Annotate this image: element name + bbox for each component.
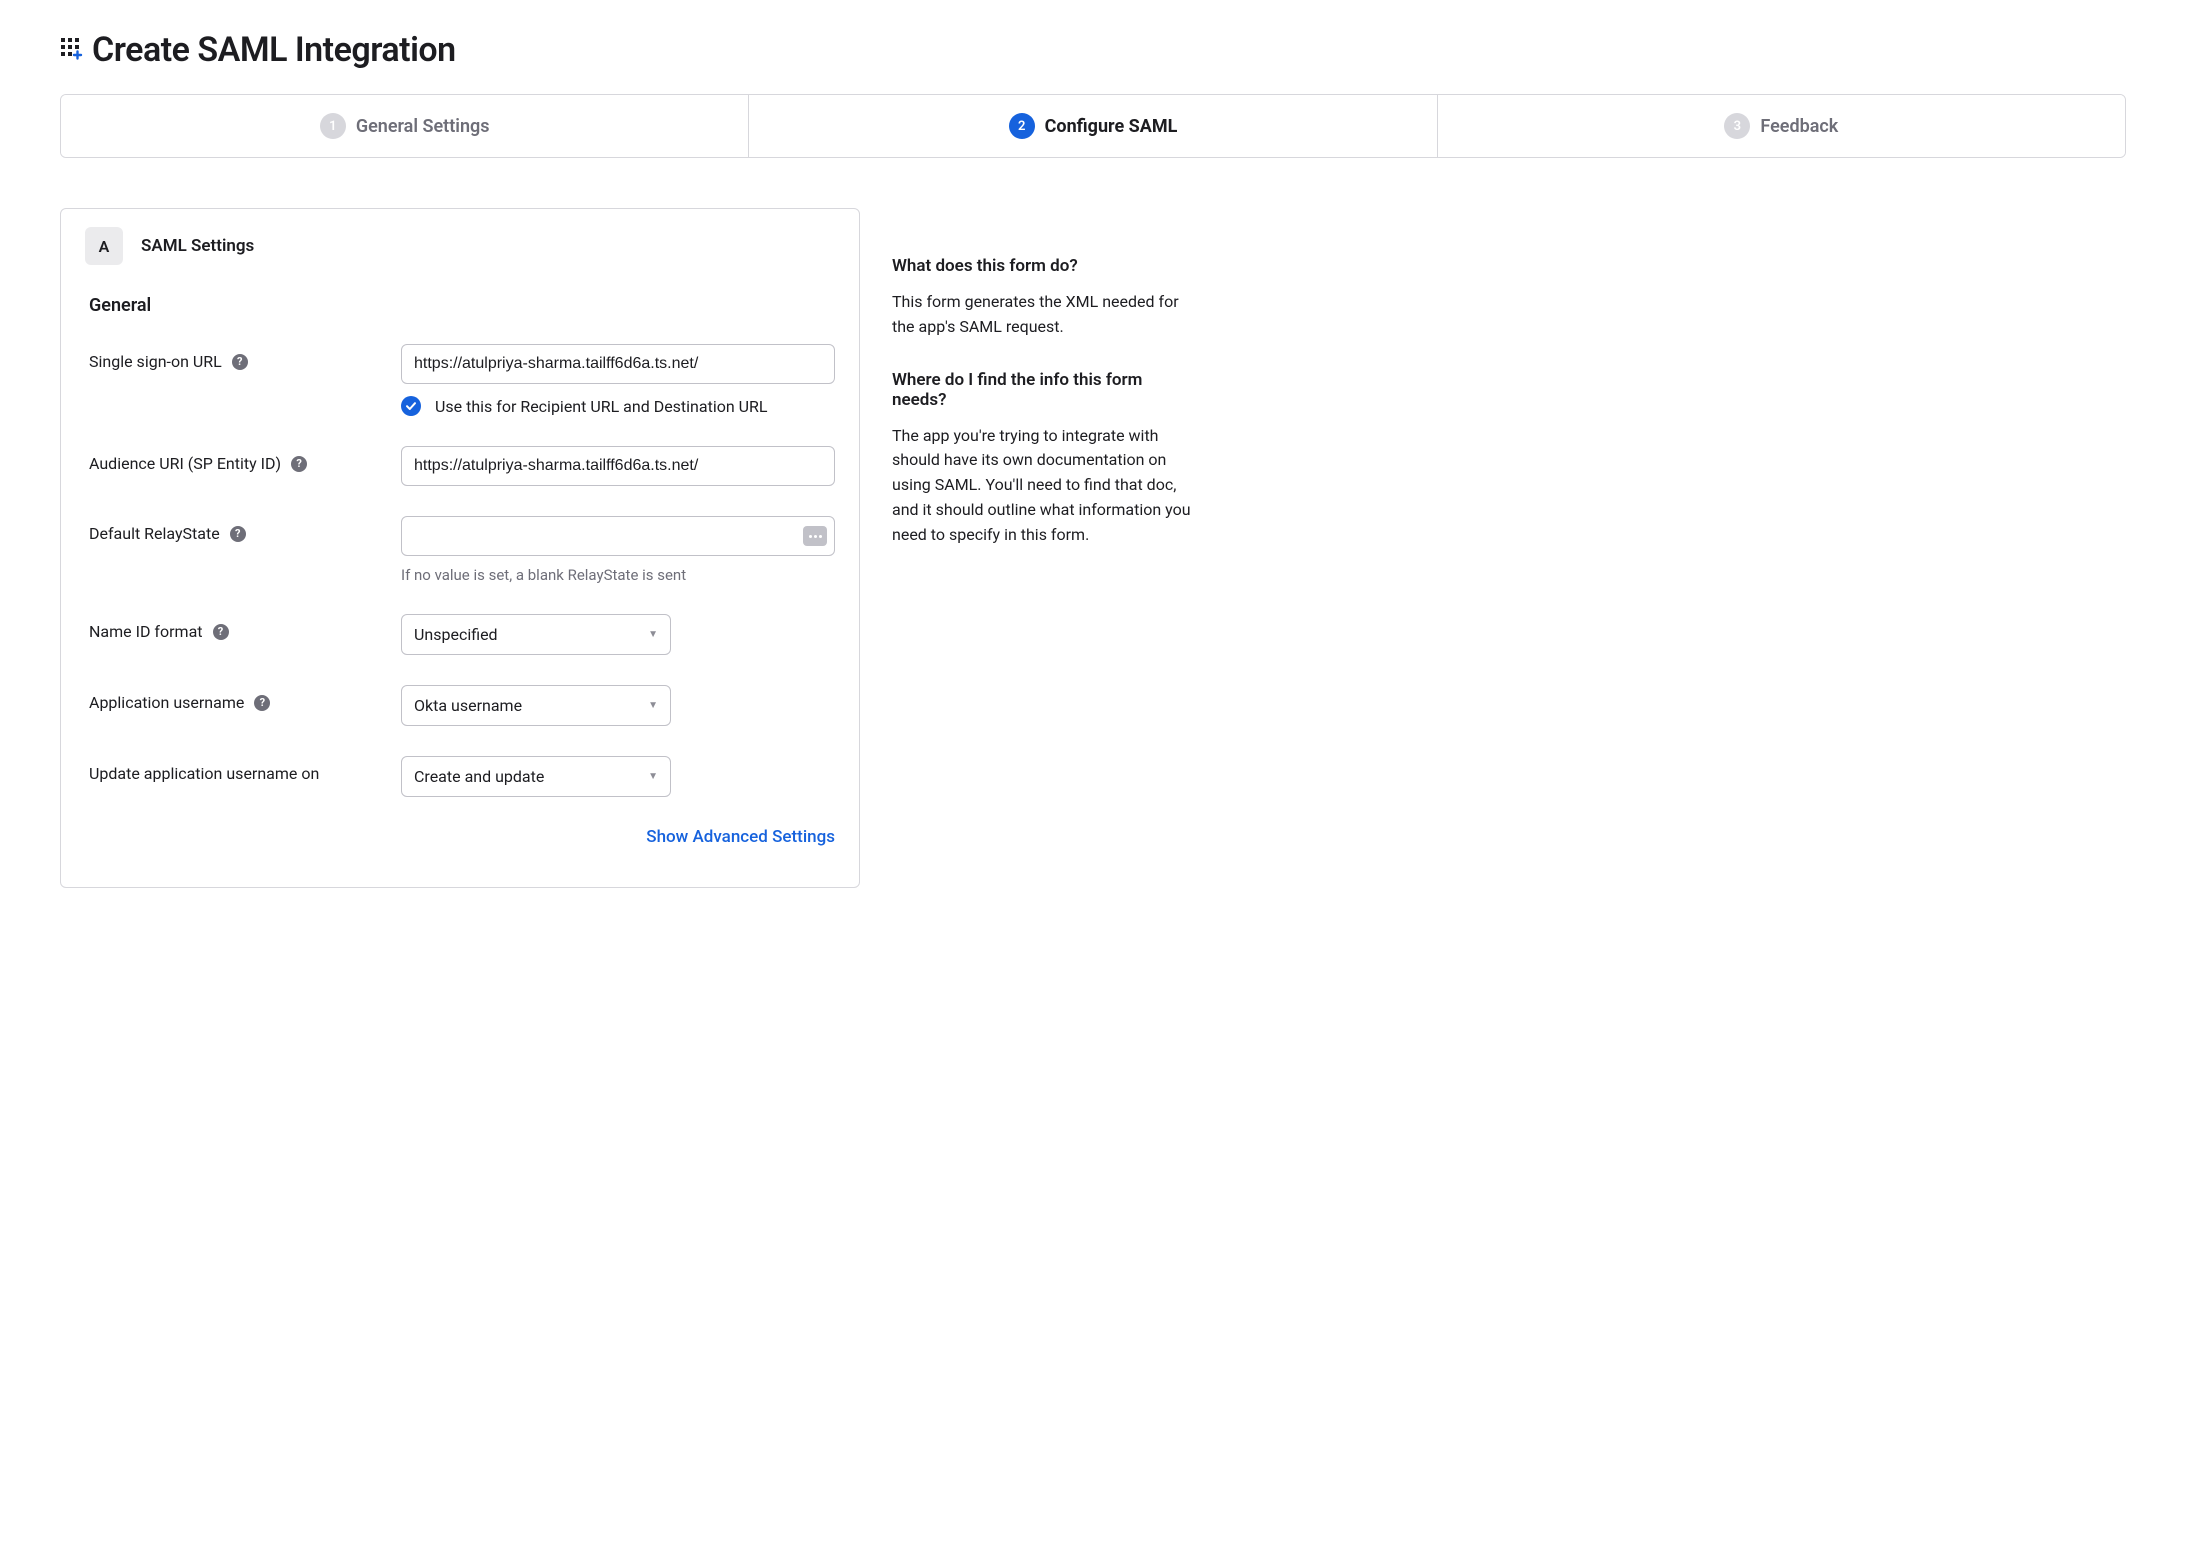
label-sso-url: Single sign-on URL [89,352,222,371]
help-icon[interactable]: ? [291,456,307,472]
ellipsis-icon[interactable] [803,526,827,546]
step-badge: 1 [320,113,346,139]
page-title: Create SAML Integration [92,30,456,70]
row-relay-state: Default RelayState ? If no value is set,… [85,516,835,584]
nameid-format-select[interactable]: Unspecified ▼ [401,614,671,655]
step-configure-saml[interactable]: 2 Configure SAML [749,95,1437,157]
step-badge: 3 [1724,113,1750,139]
apps-grid-add-icon [60,37,86,63]
step-label: Feedback [1760,116,1838,137]
row-app-username: Application username ? Okta username ▼ [85,685,835,726]
select-value: Okta username [414,696,522,715]
main-columns: A SAML Settings General Single sign-on U… [60,208,2126,888]
label-update-on: Update application username on [89,764,319,783]
chevron-down-icon: ▼ [648,629,658,640]
recipient-destination-label: Use this for Recipient URL and Destinati… [435,397,768,416]
relay-state-hint: If no value is set, a blank RelayState i… [401,566,835,584]
help-icon[interactable]: ? [254,695,270,711]
saml-settings-form: A SAML Settings General Single sign-on U… [60,208,860,888]
wizard-stepper: 1 General Settings 2 Configure SAML 3 Fe… [60,94,2126,158]
relay-state-input[interactable] [401,516,835,556]
help-sidebar: What does this form do? This form genera… [892,208,1192,578]
section-title: SAML Settings [141,236,254,256]
help-icon[interactable]: ? [213,624,229,640]
sidebar-a1: This form generates the XML needed for t… [892,290,1192,340]
step-label: General Settings [356,116,490,137]
label-app-username: Application username [89,693,244,712]
step-badge: 2 [1009,113,1035,139]
section-badge: A [85,227,123,265]
help-icon[interactable]: ? [230,526,246,542]
recipient-destination-checkbox[interactable] [401,396,421,416]
sso-url-input[interactable] [401,344,835,384]
page-title-row: Create SAML Integration [60,30,2126,70]
show-advanced-settings-link[interactable]: Show Advanced Settings [85,827,835,847]
sidebar-q2: Where do I find the info this form needs… [892,370,1192,410]
app-username-select[interactable]: Okta username ▼ [401,685,671,726]
row-update-on: Update application username on Create an… [85,756,835,797]
section-header: A SAML Settings [85,227,835,265]
select-value: Create and update [414,767,544,786]
step-feedback[interactable]: 3 Feedback [1438,95,2125,157]
label-relay-state: Default RelayState [89,524,220,543]
chevron-down-icon: ▼ [648,771,658,782]
sso-recipient-checkbox-row: Use this for Recipient URL and Destinati… [401,396,835,416]
row-audience-uri: Audience URI (SP Entity ID) ? [85,446,835,486]
chevron-down-icon: ▼ [648,700,658,711]
step-general-settings[interactable]: 1 General Settings [61,95,749,157]
select-value: Unspecified [414,625,498,644]
audience-uri-input[interactable] [401,446,835,486]
row-sso-url: Single sign-on URL ? Use this for Recipi… [85,344,835,416]
row-nameid-format: Name ID format ? Unspecified ▼ [85,614,835,655]
label-nameid-format: Name ID format [89,622,203,641]
sidebar-a2: The app you're trying to integrate with … [892,424,1192,548]
help-icon[interactable]: ? [232,354,248,370]
sidebar-q1: What does this form do? [892,256,1192,276]
step-label: Configure SAML [1045,116,1178,137]
label-audience-uri: Audience URI (SP Entity ID) [89,454,281,473]
general-subheader: General [89,295,835,316]
update-on-select[interactable]: Create and update ▼ [401,756,671,797]
